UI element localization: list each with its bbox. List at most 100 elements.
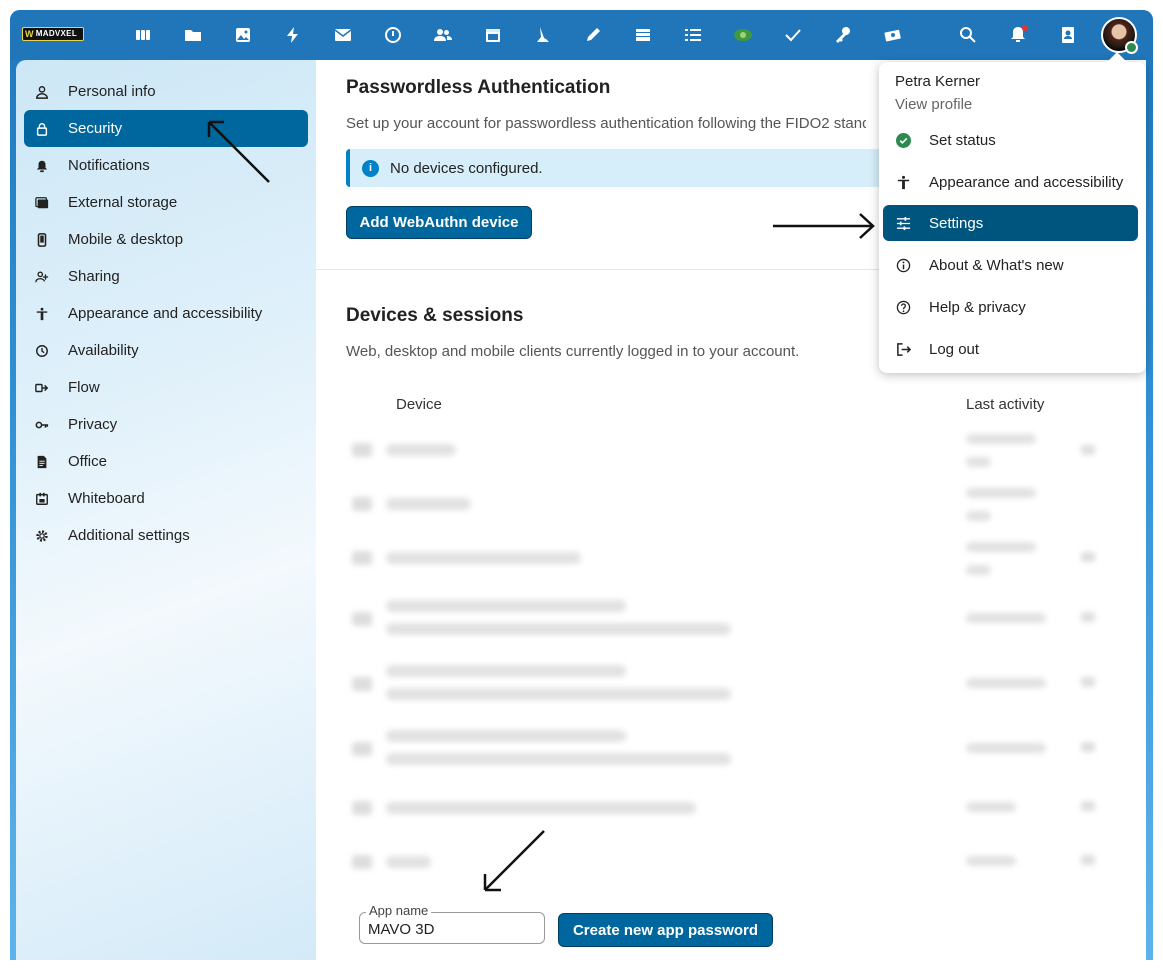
info-icon: i <box>362 159 379 177</box>
header-right <box>943 10 1093 60</box>
document-icon <box>34 454 50 470</box>
menu-item-set-status[interactable]: Set status <box>883 122 1138 158</box>
create-app-password-button[interactable]: Create new app password <box>558 913 773 947</box>
menu-item-settings[interactable]: Settings <box>883 205 1138 241</box>
menu-item-label: Help & privacy <box>929 298 1026 316</box>
online-status-icon <box>1125 41 1138 54</box>
phone-icon <box>34 232 50 248</box>
sidebar-item-label: Sharing <box>68 268 120 285</box>
maps-icon[interactable] <box>518 22 568 48</box>
annotation-arrow-settings <box>773 213 875 239</box>
accessibility-icon <box>895 174 911 190</box>
clock-icon <box>34 343 50 359</box>
status-check-icon <box>895 132 911 148</box>
sidebar-item-label: Availability <box>68 342 139 359</box>
dashboard-icon[interactable] <box>118 22 168 48</box>
sidebar-item-sharing[interactable]: Sharing <box>24 258 308 295</box>
checkmark-icon[interactable] <box>768 22 818 48</box>
tasks-icon[interactable] <box>668 22 718 48</box>
sessions-description: Web, desktop and mobile clients currentl… <box>346 343 800 360</box>
sidebar-item-label: Appearance and accessibility <box>68 305 263 322</box>
sidebar-item-label: Notifications <box>68 157 150 174</box>
sidebar-item-whiteboard[interactable]: Whiteboard <box>24 480 308 517</box>
passwordless-title: Passwordless Authentication <box>346 77 611 98</box>
passwords-icon[interactable] <box>818 22 868 48</box>
notes-icon[interactable] <box>568 22 618 48</box>
search-icon[interactable] <box>943 10 993 60</box>
menu-item-label: About & What's new <box>929 256 1064 274</box>
passwordless-description: Set up your account for passwordless aut… <box>346 115 866 132</box>
sidebar-item-label: Privacy <box>68 416 118 433</box>
info-icon <box>895 257 911 273</box>
user-name[interactable]: Petra Kerner <box>895 73 980 90</box>
app-name-input[interactable] <box>368 921 538 938</box>
share-icon <box>34 269 50 285</box>
sidebar-item-label: Additional settings <box>68 527 190 544</box>
sidebar-item-label: Mobile & desktop <box>68 231 184 248</box>
device-column-header: Device <box>396 396 442 413</box>
money-icon[interactable] <box>718 22 768 48</box>
cash-icon[interactable] <box>868 22 918 48</box>
sidebar-item-label: Office <box>68 453 107 470</box>
flow-icon <box>34 380 50 396</box>
user-avatar[interactable] <box>1101 17 1138 54</box>
sidebar-item-label: External storage <box>68 194 178 211</box>
app-name-label: App name <box>366 903 432 918</box>
no-devices-notice: i No devices configured. <box>346 149 906 187</box>
sidebar-item-label: Personal info <box>68 83 156 100</box>
whiteboard-icon <box>34 491 50 507</box>
key-icon <box>34 417 50 433</box>
sidebar-item-label: Flow <box>68 379 100 396</box>
lock-icon <box>34 121 50 137</box>
menu-item-label: Log out <box>929 340 980 358</box>
files-icon[interactable] <box>168 22 218 48</box>
sidebar-item-privacy[interactable]: Privacy <box>24 406 308 443</box>
clock-icon[interactable] <box>368 22 418 48</box>
sidebar-item-additional-settings[interactable]: Additional settings <box>24 517 308 554</box>
notifications-icon[interactable] <box>993 10 1043 60</box>
contacts-icon[interactable] <box>418 22 468 48</box>
person-icon <box>34 84 50 100</box>
external-storage-icon <box>34 195 50 211</box>
mail-icon[interactable] <box>318 22 368 48</box>
brand-logo[interactable]: W MADVXEL <box>22 27 84 41</box>
menu-item-label: Settings <box>929 214 984 232</box>
user-menu: Petra Kerner View profile Set status Appe… <box>879 52 1146 373</box>
sidebar-item-appearance-and-accessibility[interactable]: Appearance and accessibility <box>24 295 308 332</box>
view-profile-link[interactable]: View profile <box>895 96 972 113</box>
header-bar: W MADVXEL <box>10 10 1153 60</box>
app-name-field[interactable]: App name <box>359 903 545 944</box>
sidebar-item-external-storage[interactable]: External storage <box>24 184 308 221</box>
menu-item-label: Appearance and accessibility <box>929 173 1124 191</box>
accessibility-icon <box>34 306 50 322</box>
menu-item-appearance-and-accessibility[interactable]: Appearance and accessibility <box>883 164 1138 200</box>
menu-item-log-out[interactable]: Log out <box>883 331 1138 367</box>
app-menu <box>118 22 918 48</box>
deck-icon[interactable] <box>618 22 668 48</box>
photos-icon[interactable] <box>218 22 268 48</box>
activity-icon[interactable] <box>268 22 318 48</box>
add-webauthn-button[interactable]: Add WebAuthn device <box>346 206 532 239</box>
menu-item-about-what-s-new[interactable]: About & What's new <box>883 247 1138 283</box>
sidebar-item-office[interactable]: Office <box>24 443 308 480</box>
annotation-arrow-security <box>207 120 270 183</box>
sidebar-item-mobile-desktop[interactable]: Mobile & desktop <box>24 221 308 258</box>
sidebar-item-personal-info[interactable]: Personal info <box>24 73 308 110</box>
sessions-title: Devices & sessions <box>346 305 524 326</box>
calendar-icon[interactable] <box>468 22 518 48</box>
last-activity-column-header: Last activity <box>966 396 1045 413</box>
sidebar-item-label: Whiteboard <box>68 490 145 507</box>
sidebar-item-label: Security <box>68 120 123 137</box>
help-icon <box>895 299 911 315</box>
menu-item-help-privacy[interactable]: Help & privacy <box>883 289 1138 325</box>
settings-sliders-icon <box>895 215 911 231</box>
logout-icon <box>895 341 911 357</box>
sidebar-item-flow[interactable]: Flow <box>24 369 308 406</box>
bell-icon <box>34 158 50 174</box>
menu-item-label: Set status <box>929 131 996 149</box>
sidebar-item-availability[interactable]: Availability <box>24 332 308 369</box>
gear-icon <box>34 528 50 544</box>
annotation-arrow-app-name <box>483 830 545 892</box>
contacts-menu-icon[interactable] <box>1043 10 1093 60</box>
settings-sidebar: Personal info Security Notifications Extern… <box>16 60 316 960</box>
